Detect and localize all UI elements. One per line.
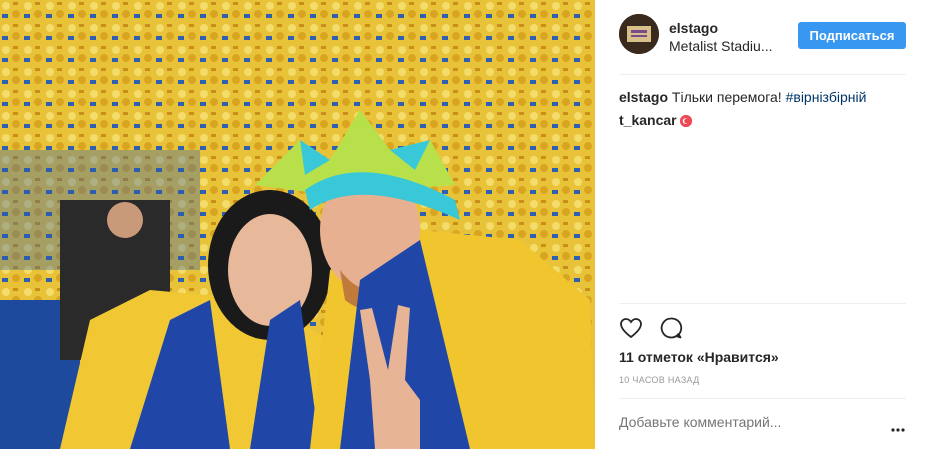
stadium-selfie-image (0, 0, 595, 449)
speech-bubble-icon[interactable] (659, 316, 683, 340)
caption-text: Тільки перемога! (671, 89, 782, 105)
username-link[interactable]: elstago (669, 20, 718, 36)
post-photo[interactable] (0, 0, 595, 449)
divider (619, 74, 906, 75)
location-link[interactable]: Metalist Stadiu... (669, 38, 779, 54)
comment-item: t_kancar (619, 112, 692, 128)
divider (619, 398, 906, 399)
caption-hashtag[interactable]: #вірнізбірній (786, 89, 867, 105)
comment-input[interactable] (619, 414, 879, 430)
heart-icon[interactable] (619, 316, 643, 340)
avatar[interactable] (619, 14, 659, 54)
comment-username[interactable]: t_kancar (619, 112, 677, 128)
likes-count[interactable]: 11 отметок «Нравится» (619, 349, 779, 365)
post-header: elstago Metalist Stadiu... Подписаться (595, 0, 925, 74)
follow-button[interactable]: Подписаться (798, 22, 906, 49)
timestamp[interactable]: 10 часов назад (619, 375, 700, 385)
ellipsis-icon[interactable] (891, 419, 905, 432)
avatar-image (619, 14, 659, 54)
badge-icon (679, 115, 692, 128)
caption: elstago Тільки перемога! #вірнізбірній (619, 89, 866, 105)
divider (619, 303, 906, 304)
caption-username[interactable]: elstago (619, 89, 668, 105)
post-sidebar: elstago Metalist Stadiu... Подписаться e… (595, 0, 925, 449)
